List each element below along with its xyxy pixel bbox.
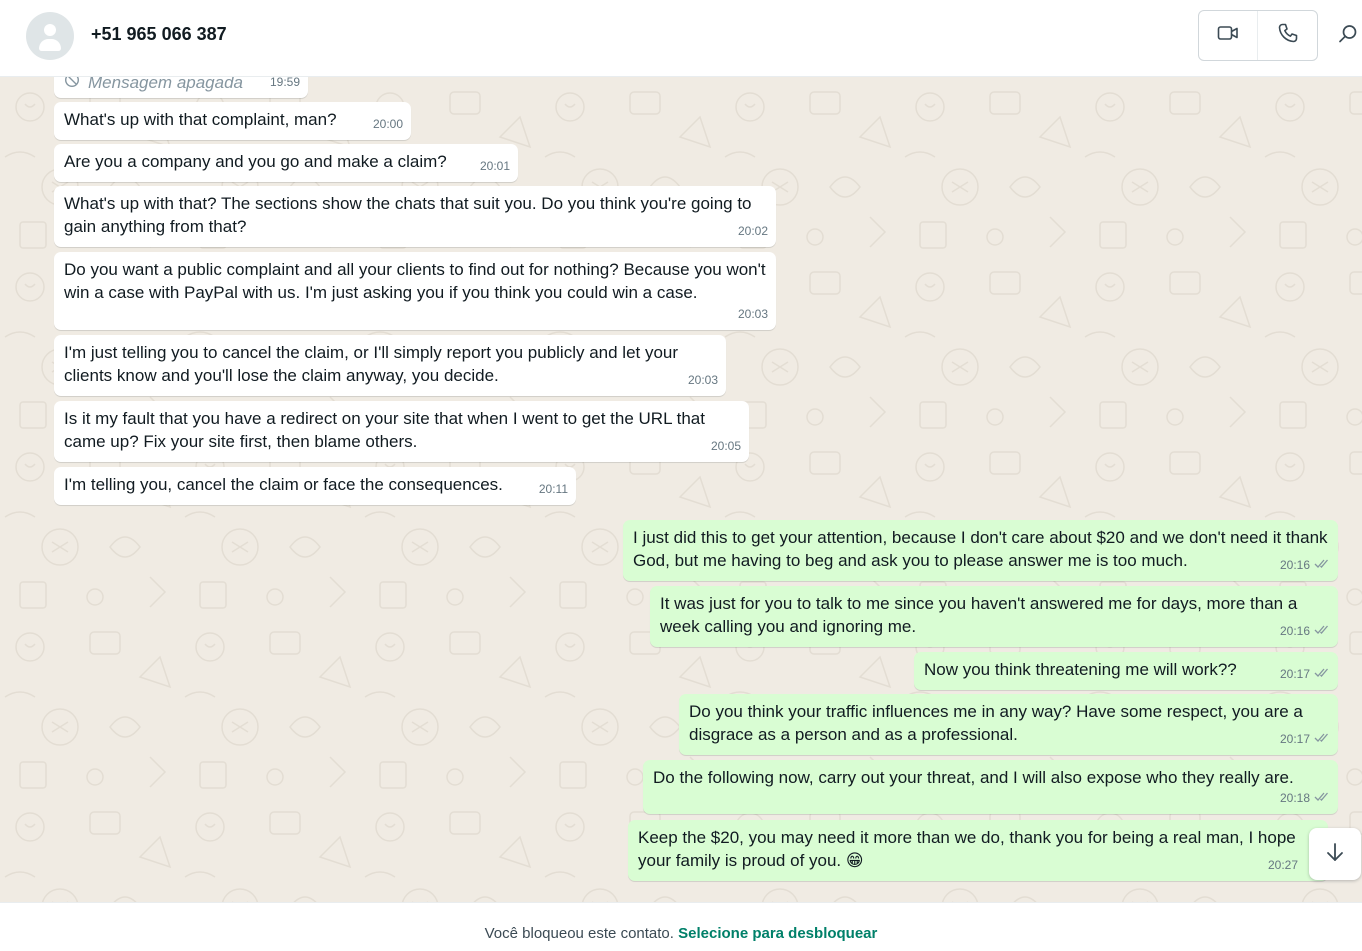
message-time: 20:03 — [687, 373, 718, 387]
message-meta: 20:03 — [738, 303, 768, 326]
voice-call-icon — [1276, 21, 1300, 50]
message-time: 20:05 — [710, 439, 741, 453]
search-icon — [1337, 23, 1359, 50]
message-bubble-incoming[interactable]: Mensagem apagada 19:59 — [54, 77, 308, 98]
message-meta: 20:17 — [1280, 663, 1330, 686]
search-button[interactable] — [1334, 22, 1362, 50]
message-time: 20:27 — [1267, 858, 1298, 872]
message-bubble-incoming[interactable]: What's up with that? The sections show t… — [54, 186, 776, 247]
message-bubble-incoming[interactable]: I'm just telling you to cancel the claim… — [54, 335, 726, 396]
video-call-button[interactable] — [1199, 11, 1259, 60]
message-meta: 20:05 — [711, 435, 741, 458]
video-call-icon — [1216, 21, 1240, 50]
read-receipt-icon — [1314, 554, 1330, 577]
message-text: Mensagem apagada — [88, 77, 244, 92]
message-meta: 20:02 — [738, 220, 768, 243]
message-text: Do you think your traffic influences me … — [689, 702, 1303, 744]
contact-avatar[interactable] — [26, 12, 74, 60]
call-buttons-group — [1198, 10, 1318, 61]
message-meta: 20:16 — [1280, 620, 1330, 643]
read-receipt-icon — [1314, 663, 1330, 686]
message-text: Are you a company and you go and make a … — [64, 152, 447, 171]
message-time: 19:59 — [269, 77, 300, 89]
message-text: Do the following now, carry out your thr… — [653, 768, 1294, 787]
message-text: Now you think threatening me will work?? — [924, 660, 1237, 679]
message-meta: 20:03 — [688, 369, 718, 392]
message-bubble-incoming[interactable]: Is it my fault that you have a redirect … — [54, 401, 749, 462]
message-time: 20:00 — [372, 117, 403, 131]
deleted-message-icon — [64, 77, 80, 94]
message-bubble-outgoing[interactable]: I just did this to get your attention, b… — [623, 520, 1338, 581]
message-bubble-outgoing[interactable]: It was just for you to talk to me since … — [650, 586, 1338, 647]
message-time: 20:18 — [1279, 791, 1310, 805]
message-meta: 20:18 — [1280, 787, 1330, 810]
message-text: I'm just telling you to cancel the claim… — [64, 343, 679, 385]
message-text: I just did this to get your attention, b… — [633, 528, 1328, 570]
scroll-to-bottom-button[interactable] — [1309, 828, 1361, 880]
message-time: 20:16 — [1279, 624, 1310, 638]
unblock-contact-link[interactable]: Selecione para desbloquear — [678, 925, 877, 942]
message-text: Is it my fault that you have a redirect … — [64, 409, 705, 451]
message-text: What's up with that? The sections show t… — [64, 194, 752, 236]
chat-header: +51 965 066 387 — [0, 0, 1362, 77]
message-meta: 20:00 — [373, 113, 403, 136]
message-list[interactable]: Mensagem apagada 19:59 What's up with th… — [0, 77, 1362, 902]
message-bubble-incoming[interactable]: Are you a company and you go and make a … — [54, 144, 518, 182]
message-text: Do you want a public complaint and all y… — [64, 260, 766, 302]
message-bubble-outgoing[interactable]: Keep the $20, you may need it more than … — [628, 820, 1328, 881]
message-time: 20:17 — [1279, 732, 1310, 746]
read-receipt-icon — [1314, 728, 1330, 751]
avatar-head-shape — [44, 24, 56, 36]
message-bubble-outgoing[interactable]: Do the following now, carry out your thr… — [643, 760, 1338, 814]
message-meta: 20:27 — [1268, 854, 1298, 877]
message-meta: 20:16 — [1280, 554, 1330, 577]
voice-call-button[interactable] — [1258, 11, 1317, 60]
arrow-down-icon — [1324, 841, 1346, 868]
message-bubble-incoming[interactable]: What's up with that complaint, man? 20:0… — [54, 102, 411, 140]
message-time: 20:01 — [479, 159, 510, 173]
avatar-body-shape — [39, 39, 61, 51]
message-text: Keep the $20, you may need it more than … — [638, 828, 1296, 870]
message-text: I'm telling you, cancel the claim or fac… — [64, 475, 503, 494]
message-time: 20:17 — [1279, 667, 1310, 681]
read-receipt-icon — [1314, 620, 1330, 643]
message-time: 20:16 — [1279, 558, 1310, 572]
message-meta: 20:11 — [539, 478, 568, 501]
read-receipt-icon — [1314, 787, 1330, 810]
message-text: What's up with that complaint, man? — [64, 110, 337, 129]
message-time: 20:03 — [737, 307, 768, 321]
contact-name[interactable]: +51 965 066 387 — [91, 24, 227, 45]
message-time: 20:11 — [538, 482, 568, 496]
message-bubble-incoming[interactable]: Do you want a public complaint and all y… — [54, 252, 776, 330]
message-bubble-outgoing[interactable]: Do you think your traffic influences me … — [679, 694, 1338, 755]
message-meta: 20:01 — [480, 155, 510, 178]
message-meta: 20:17 — [1280, 728, 1330, 751]
blocked-contact-bar: Você bloqueou este contato. Selecione pa… — [0, 902, 1362, 951]
blocked-contact-text: Você bloqueou este contato. — [484, 925, 674, 942]
message-bubble-incoming[interactable]: I'm telling you, cancel the claim or fac… — [54, 467, 576, 505]
message-meta: 19:59 — [270, 77, 300, 94]
message-bubble-outgoing[interactable]: Now you think threatening me will work??… — [914, 652, 1338, 690]
message-time: 20:02 — [737, 224, 768, 238]
message-text: It was just for you to talk to me since … — [660, 594, 1298, 636]
deleted-message: Mensagem apagada — [64, 77, 298, 94]
